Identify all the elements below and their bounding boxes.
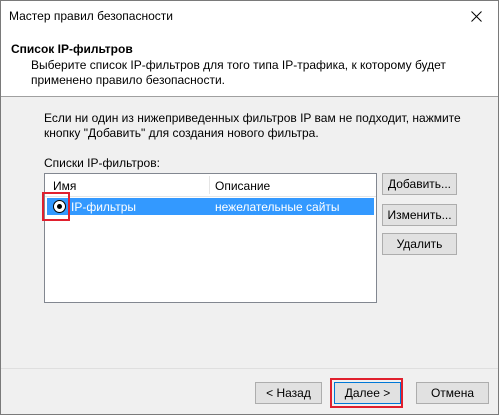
- footer-divider: [1, 368, 498, 369]
- close-button[interactable]: [454, 1, 498, 31]
- list-item-description: нежелательные сайты: [215, 200, 340, 214]
- add-button[interactable]: Добавить...: [382, 173, 457, 195]
- header-title: Список IP-фильтров: [11, 42, 133, 56]
- delete-button[interactable]: Удалить: [382, 233, 457, 255]
- ip-filter-list[interactable]: Имя Описание IP-фильтры нежелательные са…: [44, 173, 377, 303]
- list-header: Имя Описание: [45, 174, 376, 197]
- header-description: Выберите список IP-фильтров для того тип…: [31, 58, 446, 87]
- list-label: Списки IP-фильтров:: [44, 156, 160, 170]
- list-item[interactable]: IP-фильтры нежелательные сайты: [47, 198, 374, 215]
- back-button[interactable]: < Назад: [255, 382, 322, 404]
- column-header-description[interactable]: Описание: [215, 179, 270, 193]
- close-icon: [470, 10, 482, 22]
- column-divider[interactable]: [209, 176, 210, 194]
- highlight-radio: [42, 192, 70, 221]
- intro-text: Если ни один из нижеприведенных фильтров…: [44, 111, 461, 140]
- highlight-next-button: [330, 378, 403, 408]
- column-header-name[interactable]: Имя: [53, 179, 76, 193]
- window-title: Мастер правил безопасности: [9, 9, 173, 23]
- wizard-window: Мастер правил безопасности Список IP-фил…: [0, 0, 499, 415]
- cancel-button[interactable]: Отмена: [416, 382, 489, 404]
- title-bar: Мастер правил безопасности: [1, 1, 498, 31]
- wizard-header: Список IP-фильтров Выберите список IP-фи…: [1, 31, 498, 97]
- list-item-name: IP-фильтры: [71, 200, 137, 214]
- edit-button[interactable]: Изменить...: [382, 204, 457, 226]
